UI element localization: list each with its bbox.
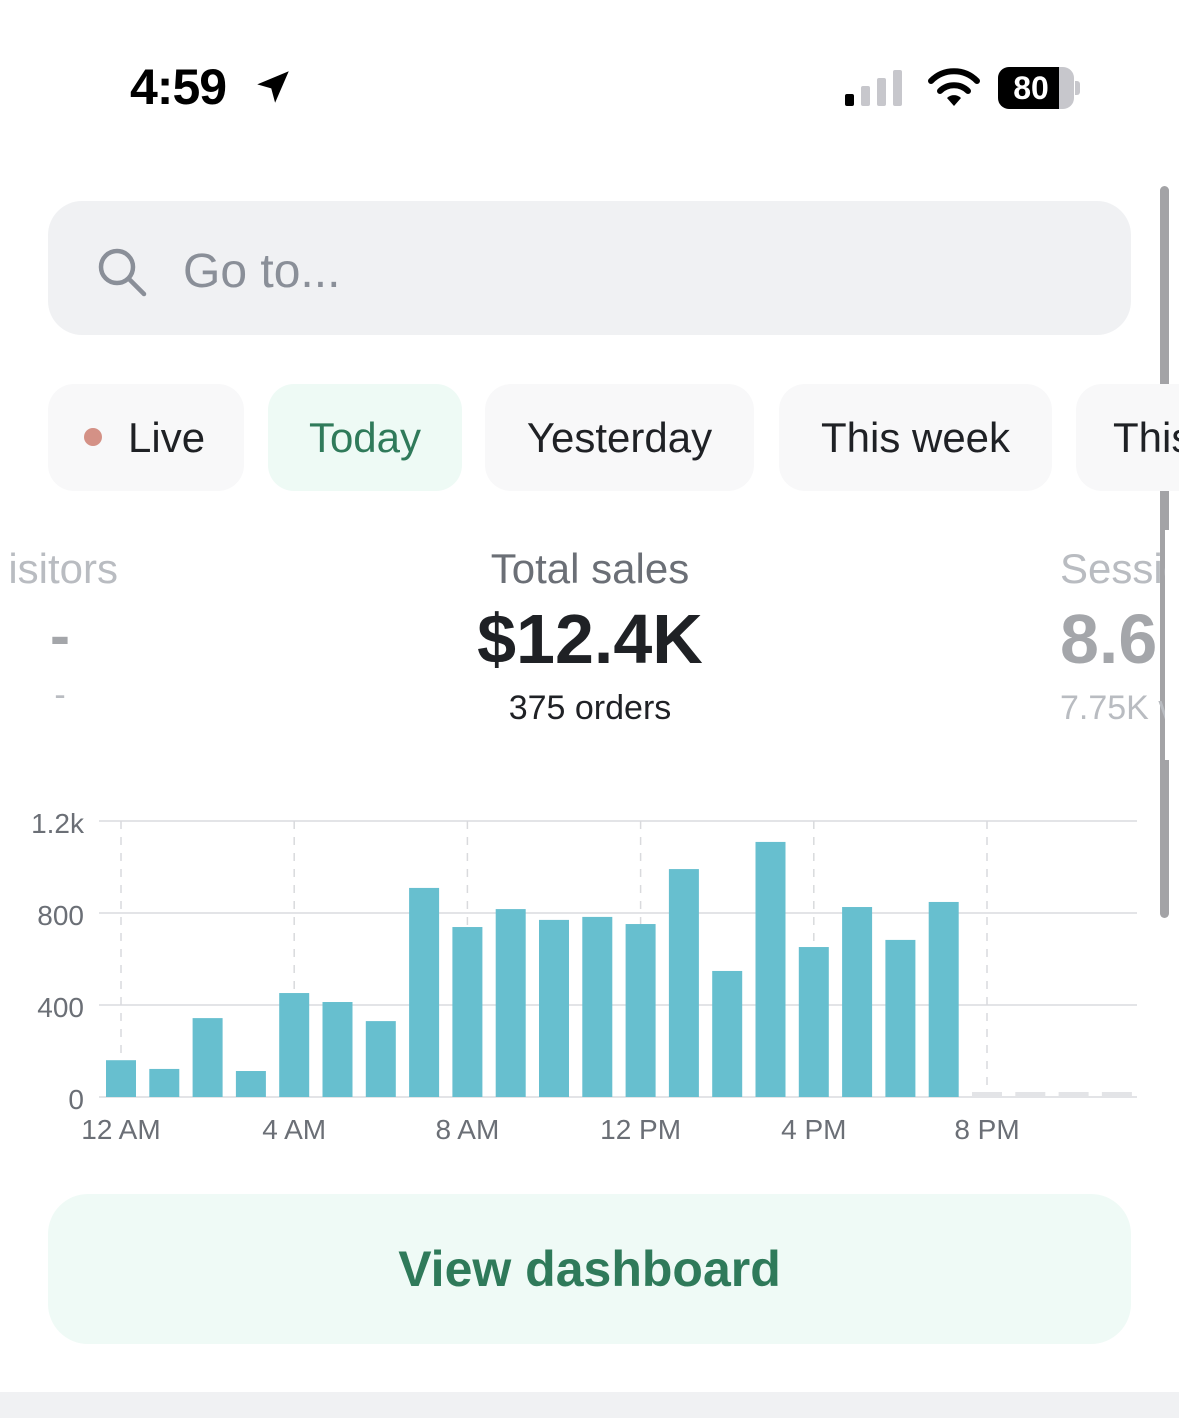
y-tick-label: 0 xyxy=(68,1084,84,1115)
bar xyxy=(755,841,786,1097)
status-bar: 4:59 80 xyxy=(0,0,1179,150)
bar xyxy=(279,993,310,1097)
bar xyxy=(625,924,656,1097)
x-tick-label: 12 AM xyxy=(81,1114,160,1145)
metric-sub: 7.75K v xyxy=(1060,689,1176,727)
battery-percent: 80 xyxy=(1013,70,1049,106)
bottom-sheet-edge xyxy=(0,1392,1179,1418)
bar xyxy=(106,1060,136,1097)
bar-placeholder xyxy=(1101,1092,1132,1097)
bar-placeholder xyxy=(972,1092,1002,1097)
metric-sub: - xyxy=(54,676,66,714)
bar xyxy=(798,947,829,1097)
status-time: 4:59 xyxy=(130,59,227,115)
x-tick-label: 4 PM xyxy=(781,1114,846,1145)
bar xyxy=(235,1071,266,1097)
bar xyxy=(539,919,569,1097)
bar xyxy=(409,887,440,1097)
bar xyxy=(452,927,483,1097)
x-tick-label: 12 PM xyxy=(600,1114,681,1145)
chip-yesterday[interactable]: Yesterday xyxy=(485,384,754,491)
bar xyxy=(842,907,873,1097)
chip-this-week[interactable]: This week xyxy=(779,384,1052,491)
x-tick-label: 8 PM xyxy=(954,1114,1019,1145)
metric-label: Total sales xyxy=(490,545,690,592)
bar xyxy=(322,1002,353,1097)
bar xyxy=(365,1021,396,1097)
location-arrow-icon xyxy=(257,71,289,103)
bar xyxy=(582,916,613,1097)
x-tick-label: 4 AM xyxy=(262,1114,326,1145)
metric-label: Sessic xyxy=(1060,545,1179,592)
y-tick-label: 400 xyxy=(37,992,84,1023)
chip-label: Live xyxy=(128,414,206,461)
y-tick-label: 800 xyxy=(37,900,84,931)
chip-today[interactable]: Today xyxy=(268,384,462,491)
chip-label: This xyxy=(1113,414,1179,461)
bar xyxy=(928,901,959,1097)
cellular-signal-icon xyxy=(845,70,902,106)
metric-value: - xyxy=(50,602,70,669)
metric-value: 8.6 xyxy=(1060,600,1158,678)
live-dot-icon xyxy=(84,427,102,446)
chip-label: Today xyxy=(308,414,422,461)
chip-this-month[interactable]: This xyxy=(1076,384,1179,491)
bar xyxy=(668,869,699,1097)
bar-placeholder xyxy=(1058,1092,1089,1097)
search-icon xyxy=(98,248,147,297)
x-tick-label: 8 AM xyxy=(435,1114,499,1145)
battery-indicator: 80 xyxy=(998,67,1082,109)
chip-label: This week xyxy=(820,414,1011,461)
metric-visitors[interactable]: isitors - - xyxy=(0,545,180,715)
bar xyxy=(885,939,916,1097)
metric-total-sales[interactable]: Total sales $12.4K 375 orders xyxy=(390,545,790,728)
bar xyxy=(495,909,526,1097)
bar xyxy=(712,970,743,1097)
chip-label: Yesterday xyxy=(526,414,713,461)
chip-live[interactable]: Live xyxy=(48,384,244,491)
metric-sessions[interactable]: Sessic 8.6 7.75K v xyxy=(1060,545,1179,728)
bar xyxy=(149,1068,180,1097)
view-dashboard-button[interactable]: View dashboard xyxy=(48,1194,1131,1344)
search-input[interactable] xyxy=(183,236,1083,306)
metric-sub: 375 orders xyxy=(508,689,672,727)
metric-label: isitors xyxy=(8,545,118,592)
bar-placeholder xyxy=(1015,1092,1046,1097)
y-tick-label: 1.2k xyxy=(31,808,85,839)
date-range-chips: Live Today Yesterday This week This xyxy=(48,384,1179,491)
wifi-icon xyxy=(928,68,980,106)
bar xyxy=(192,1018,223,1097)
sales-bar-chart: 0 400 800 1.2k 12 AM 4 AM 8 AM 12 PM 4 PM 8 PM xyxy=(31,808,1137,1145)
metric-value: $12.4K xyxy=(477,600,703,678)
